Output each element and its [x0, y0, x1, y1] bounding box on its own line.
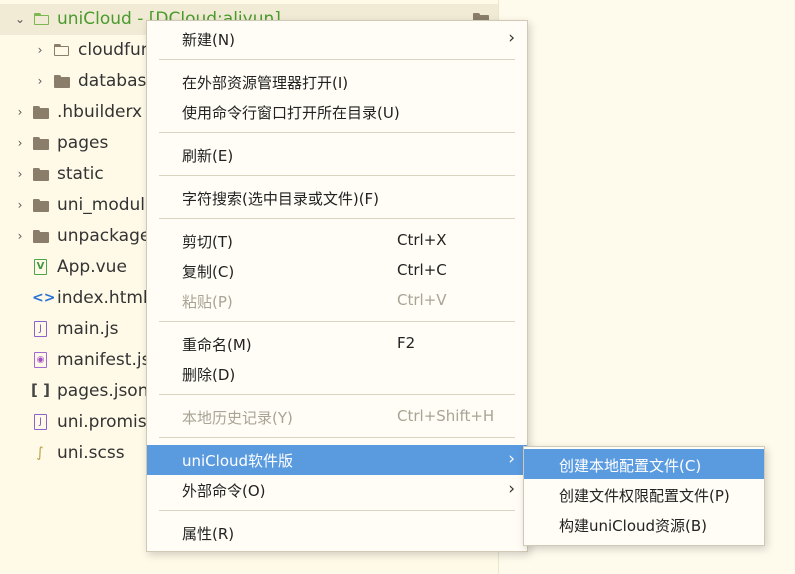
menu-separator	[159, 437, 515, 438]
menu-separator	[159, 132, 515, 133]
folder-icon	[54, 44, 70, 57]
chevron-right-icon[interactable]: ›	[14, 230, 26, 242]
menu-item-open-in-explorer[interactable]: 在外部资源管理器打开(I)	[147, 67, 527, 97]
menu-item-shortcut: Ctrl+C	[397, 261, 447, 279]
submenu-item-create-permission-config[interactable]: 创建文件权限配置文件(P)	[524, 479, 764, 509]
tree-item-label: pages	[57, 133, 109, 153]
html-file-icon: <>	[32, 290, 56, 306]
folder-icon	[33, 137, 49, 150]
menu-item-shortcut: Ctrl+Shift+H	[397, 407, 495, 425]
folder-icon	[33, 199, 49, 212]
menu-separator	[159, 394, 515, 395]
chevron-right-icon[interactable]: ›	[34, 44, 46, 56]
menu-item-new[interactable]: 新建(N) ›	[147, 24, 527, 54]
context-menu: 新建(N) › 在外部资源管理器打开(I) 使用命令行窗口打开所在目录(U) 刷…	[146, 20, 528, 552]
menu-separator	[159, 218, 515, 219]
chevron-right-icon[interactable]: ›	[14, 106, 26, 118]
chevron-down-icon[interactable]: ⌄	[14, 13, 26, 25]
menu-item-delete[interactable]: 删除(D)	[147, 359, 527, 389]
json-file-icon: [ ]	[31, 381, 50, 399]
menu-item-label: 重命名(M)	[182, 336, 252, 354]
submenu-item-create-local-config[interactable]: 创建本地配置文件(C)	[524, 449, 764, 479]
menu-item-label: 字符搜索(选中目录或文件)(F)	[182, 190, 380, 208]
menu-item-shortcut: Ctrl+V	[397, 291, 447, 309]
js-file-icon: J	[34, 321, 47, 337]
menu-item-rename[interactable]: 重命名(M) F2	[147, 329, 527, 359]
menu-separator	[159, 510, 515, 511]
menu-item-shortcut: Ctrl+X	[397, 231, 447, 249]
menu-item-cut[interactable]: 剪切(T) Ctrl+X	[147, 226, 527, 256]
menu-item-local-history: 本地历史记录(Y) Ctrl+Shift+H	[147, 402, 527, 432]
folder-open-icon	[34, 13, 50, 26]
menu-separator	[159, 321, 515, 322]
submenu-item-label: 创建本地配置文件(C)	[559, 457, 702, 475]
menu-item-label: 在外部资源管理器打开(I)	[182, 74, 349, 92]
submenu-item-label: 创建文件权限配置文件(P)	[559, 487, 730, 505]
menu-item-external-commands[interactable]: 外部命令(O) ›	[147, 475, 527, 505]
chevron-right-icon[interactable]: ›	[14, 199, 26, 211]
menu-item-properties[interactable]: 属性(R)	[147, 518, 527, 548]
menu-item-label: 复制(C)	[182, 263, 235, 281]
vue-file-icon: V	[34, 259, 47, 275]
submenu-item-build-unicloud-resources[interactable]: 构建uniCloud资源(B)	[524, 509, 764, 539]
chevron-right-icon: ›	[508, 28, 515, 48]
tree-item-label: database	[78, 71, 157, 91]
menu-item-label: 删除(D)	[182, 366, 236, 384]
tree-item-label: static	[57, 164, 104, 184]
menu-item-paste: 粘贴(P) Ctrl+V	[147, 286, 527, 316]
menu-item-label: 粘贴(P)	[182, 293, 233, 311]
menu-separator	[159, 59, 515, 60]
menu-item-label: 本地历史记录(Y)	[182, 409, 293, 427]
tree-item-label: index.html	[57, 288, 148, 308]
folder-icon	[54, 75, 70, 88]
menu-separator	[159, 175, 515, 176]
menu-item-label: 使用命令行窗口打开所在目录(U)	[182, 104, 400, 122]
folder-icon	[33, 168, 49, 181]
tree-item-label: unpackage	[57, 226, 151, 246]
folder-icon	[33, 230, 49, 243]
menu-item-unicloud[interactable]: uniCloud软件版 ›	[147, 445, 527, 475]
menu-item-copy[interactable]: 复制(C) Ctrl+C	[147, 256, 527, 286]
chevron-right-icon[interactable]: ›	[14, 137, 26, 149]
menu-item-open-in-terminal[interactable]: 使用命令行窗口打开所在目录(U)	[147, 97, 527, 127]
chevron-right-icon: ›	[508, 479, 515, 499]
submenu-item-label: 构建uniCloud资源(B)	[559, 517, 708, 535]
manifest-file-icon: ◉	[34, 352, 47, 368]
tree-item-label: .hbuilderx	[57, 102, 143, 122]
menu-item-label: 外部命令(O)	[182, 482, 266, 500]
js-file-icon: J	[34, 414, 47, 430]
menu-item-label: 新建(N)	[182, 31, 235, 49]
menu-item-label: 剪切(T)	[182, 233, 233, 251]
chevron-right-icon[interactable]: ›	[14, 168, 26, 180]
scss-file-icon: ∫	[36, 445, 44, 461]
tree-item-label: pages.json	[57, 381, 149, 401]
chevron-right-icon[interactable]: ›	[34, 75, 46, 87]
unicloud-submenu: 创建本地配置文件(C) 创建文件权限配置文件(P) 构建uniCloud资源(B…	[523, 446, 765, 546]
menu-item-refresh[interactable]: 刷新(E)	[147, 140, 527, 170]
menu-item-label: 刷新(E)	[182, 147, 234, 165]
menu-item-label: 属性(R)	[182, 525, 235, 543]
tree-item-label: uni.scss	[57, 443, 125, 463]
tree-item-label: App.vue	[57, 257, 127, 277]
folder-icon	[33, 106, 49, 119]
menu-item-label: uniCloud软件版	[182, 452, 294, 470]
tree-item-label: main.js	[57, 319, 119, 339]
menu-item-search[interactable]: 字符搜索(选中目录或文件)(F)	[147, 183, 527, 213]
menu-item-shortcut: F2	[397, 334, 416, 352]
chevron-right-icon: ›	[508, 449, 515, 469]
